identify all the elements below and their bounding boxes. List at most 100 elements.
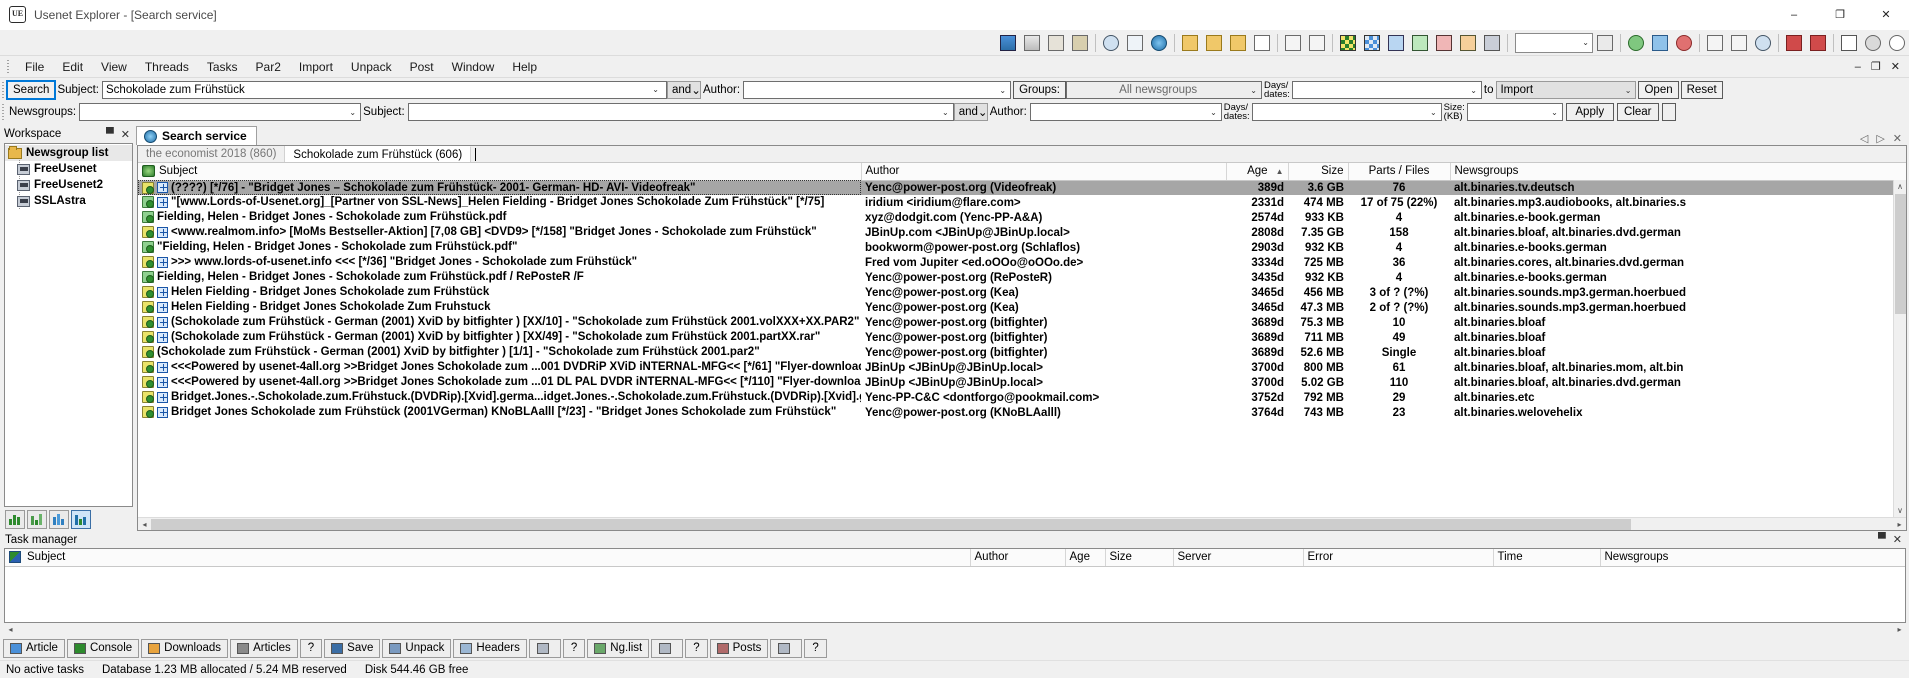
search-globe-icon[interactable] [1148, 32, 1170, 54]
tm-column-author[interactable]: Author [970, 549, 1065, 566]
expand-plus-icon[interactable] [157, 227, 168, 238]
mail-icon[interactable] [1838, 32, 1860, 54]
chevron-down-icon[interactable]: ⌄ [1206, 108, 1221, 117]
chevron-down-icon[interactable]: ⌄ [938, 108, 953, 117]
close-icon[interactable]: ✕ [1893, 533, 1902, 546]
days-dates-input[interactable]: ⌄ [1292, 81, 1482, 99]
search-button[interactable]: Search [7, 81, 55, 99]
minimize-button[interactable]: – [1771, 0, 1817, 30]
chevron-down-icon[interactable]: ⌄ [691, 83, 701, 97]
subject-input[interactable]: Schokolade zum Frühstück ⌄ [102, 81, 667, 99]
scrollbar-thumb[interactable] [1895, 194, 1906, 314]
table-row[interactable]: <<<Powered by usenet-4all.org >>Bridget … [138, 360, 1906, 375]
doc-minimize-button[interactable]: – [1850, 61, 1866, 73]
menu-item-threads[interactable]: Threads [136, 58, 198, 76]
cell-subject[interactable]: Helen Fielding - Bridget Jones Schokolad… [138, 300, 861, 315]
settings-icon[interactable] [1862, 32, 1884, 54]
workspace-tab-bar-chart[interactable] [5, 510, 25, 529]
pin-icon[interactable]: ▀ [1878, 533, 1886, 546]
tree-item-freeusenet2[interactable]: FreeUsenet2 [5, 177, 132, 193]
table-row[interactable]: "Fielding, Helen - Bridget Jones - Schok… [138, 240, 1906, 255]
magnifier-icon[interactable] [1752, 32, 1774, 54]
menu-drag-handle[interactable] [4, 59, 13, 75]
filter-row-drag-handle[interactable] [0, 103, 7, 121]
tm-scrollbar-track[interactable] [17, 624, 1893, 635]
play-icon[interactable] [1728, 32, 1750, 54]
chevron-down-icon[interactable]: ⌄ [1547, 108, 1562, 117]
chevron-down-icon[interactable]: ⌄ [648, 82, 663, 98]
table-row[interactable]: (Schokolade zum Frühstück - German (2001… [138, 345, 1906, 360]
maximize-button[interactable]: ❐ [1817, 0, 1863, 30]
cell-subject[interactable]: <www.realmom.info> [MoMs Bestseller-Akti… [138, 225, 861, 240]
chevron-down-icon[interactable]: ⌄ [978, 105, 988, 119]
red-grid-icon[interactable] [1433, 32, 1455, 54]
table-row[interactable]: Helen Fielding - Bridget Jones Schokolad… [138, 285, 1906, 300]
cell-subject[interactable]: Bridget.Jones.-.Schokolade.zum.Frühstuck… [138, 390, 861, 405]
filter-days-dates-input[interactable]: ⌄ [1252, 103, 1442, 121]
scroll-down-icon[interactable]: ∨ [1897, 504, 1903, 517]
table-row[interactable]: Bridget Jones Schokolade zum Frühstück (… [138, 405, 1906, 420]
sort-asc-icon[interactable] [1282, 32, 1304, 54]
checkbox-icon[interactable] [9, 551, 21, 563]
workspace-tab-globe[interactable] [49, 510, 69, 529]
nav-prev-icon[interactable]: ◁ [1860, 132, 1868, 145]
menu-item-tasks[interactable]: Tasks [198, 58, 247, 76]
folder-open-icon[interactable] [1179, 32, 1201, 54]
expand-plus-icon[interactable] [157, 257, 168, 268]
tm-column-server[interactable]: Server [1173, 549, 1303, 566]
cell-subject[interactable]: Helen Fielding - Bridget Jones Schokolad… [138, 285, 861, 300]
cell-subject[interactable]: Fielding, Helen - Bridget Jones - Schoko… [138, 210, 861, 225]
tm-column-error[interactable]: Error [1303, 549, 1493, 566]
refresh-icon[interactable] [1625, 32, 1647, 54]
tm-column-size[interactable]: Size [1105, 549, 1173, 566]
filter-operator-dropdown[interactable]: and ⌄ [954, 103, 988, 121]
blue-grid-icon[interactable] [1385, 32, 1407, 54]
table-row[interactable]: Fielding, Helen - Bridget Jones - Schoko… [138, 210, 1906, 225]
sub-tab-the-economist-2018[interactable]: the economist 2018 (860) [138, 146, 285, 162]
toolbar-filter-combo[interactable]: ⌄ [1515, 33, 1593, 53]
reset-button[interactable]: Reset [1681, 81, 1723, 99]
bottom-button--[interactable]: ? [685, 639, 707, 658]
nav-next-icon[interactable]: ▷ [1876, 132, 1884, 145]
menu-item-par2[interactable]: Par2 [247, 58, 290, 76]
operator-dropdown[interactable]: and ⌄ [667, 81, 701, 99]
download-icon[interactable] [1649, 32, 1671, 54]
tree-item-newsgroup-list[interactable]: Newsgroup list [5, 145, 132, 161]
expand-plus-icon[interactable] [157, 182, 168, 193]
cell-subject[interactable]: "Fielding, Helen - Bridget Jones - Schok… [138, 240, 861, 255]
bottom-button-headers[interactable]: Headers [453, 639, 526, 658]
clear-button[interactable]: Clear [1617, 103, 1659, 121]
chevron-down-icon[interactable]: ⌄ [1426, 108, 1441, 117]
chevron-down-icon[interactable]: ⌄ [1582, 38, 1589, 47]
folder-down-icon[interactable] [1227, 32, 1249, 54]
expand-plus-icon[interactable] [157, 332, 168, 343]
cell-subject[interactable]: Fielding, Helen - Bridget Jones - Schoko… [138, 270, 861, 285]
grid-view-icon[interactable] [997, 32, 1019, 54]
newsgroups-input[interactable]: ⌄ [79, 103, 361, 121]
workspace-tab-leaf[interactable] [27, 510, 47, 529]
filter-dropdown-icon[interactable] [1594, 32, 1616, 54]
thread-grid-icon[interactable] [1361, 32, 1383, 54]
table-row[interactable]: Helen Fielding - Bridget Jones Schokolad… [138, 300, 1906, 315]
hscrollbar-thumb[interactable] [151, 519, 1631, 530]
expand-plus-icon[interactable] [157, 197, 168, 208]
search-row-drag-handle[interactable] [0, 81, 7, 99]
scroll-left-icon[interactable]: ◂ [4, 625, 17, 634]
copy-icon[interactable] [1045, 32, 1067, 54]
bottom-button-panel[interactable] [651, 639, 683, 658]
table-row[interactable]: <www.realmom.info> [MoMs Bestseller-Akti… [138, 225, 1906, 240]
bottom-button-posts[interactable]: Posts [710, 639, 769, 658]
scroll-right-icon[interactable]: ▸ [1893, 625, 1906, 634]
cell-subject[interactable]: (????) [*/76] - "Bridget Jones – Schokol… [138, 180, 861, 195]
chevron-down-icon[interactable]: ⌄ [995, 86, 1010, 95]
author-input[interactable]: ⌄ [743, 81, 1011, 99]
size-input[interactable]: ⌄ [1467, 103, 1563, 121]
checkerboard-icon[interactable] [1337, 32, 1359, 54]
menu-item-import[interactable]: Import [290, 58, 342, 76]
scroll-left-icon[interactable]: ◂ [138, 520, 151, 529]
bottom-button-unpack[interactable]: Unpack [382, 639, 451, 658]
cell-subject[interactable]: (Schokolade zum Frühstück - German (2001… [138, 345, 861, 360]
clock-icon[interactable] [1100, 32, 1122, 54]
bottom-button-article[interactable]: Article [3, 639, 65, 658]
orange-grid-icon[interactable] [1457, 32, 1479, 54]
